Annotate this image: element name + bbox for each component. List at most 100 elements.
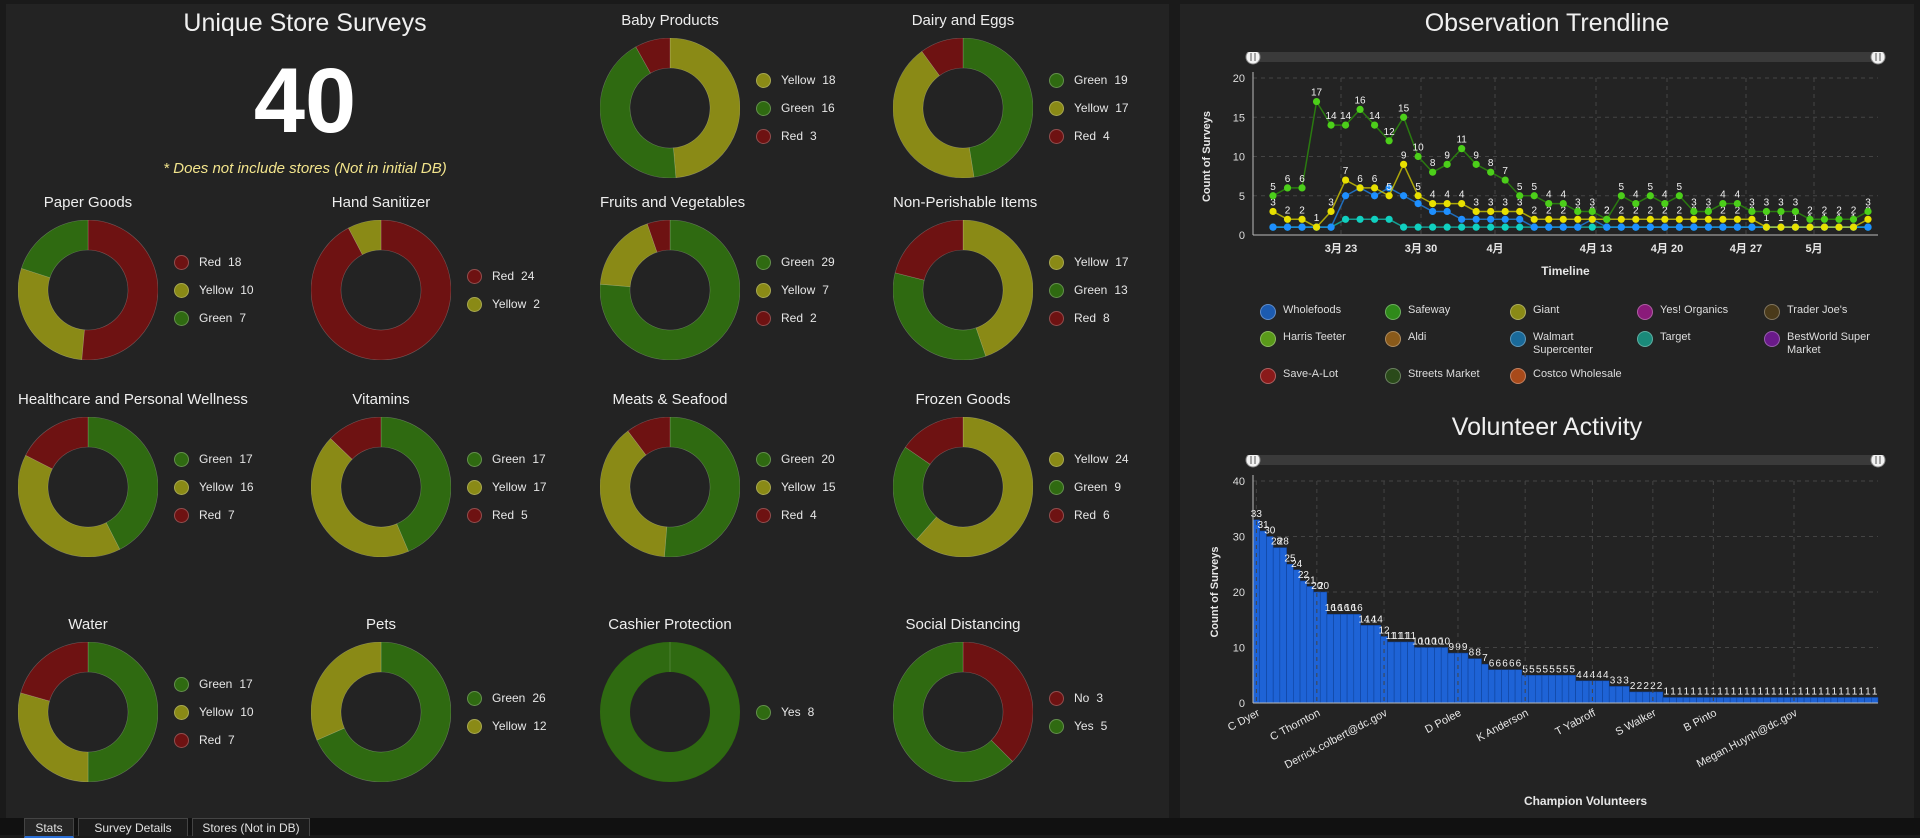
data-point[interactable] [1370, 121, 1379, 129]
data-point[interactable] [1356, 215, 1364, 223]
data-point[interactable] [1458, 200, 1466, 208]
bar[interactable] [1662, 697, 1670, 704]
data-point[interactable] [1733, 223, 1741, 231]
bar[interactable] [1750, 697, 1758, 704]
data-point[interactable] [1269, 223, 1277, 231]
data-point[interactable] [1733, 200, 1741, 208]
bar[interactable] [1427, 647, 1435, 704]
donut-slice-no[interactable] [962, 642, 1033, 762]
bar[interactable] [1535, 675, 1543, 704]
data-point[interactable] [1487, 168, 1495, 176]
data-point[interactable] [1429, 207, 1437, 216]
data-point[interactable] [1704, 207, 1712, 216]
data-point[interactable] [1719, 215, 1727, 223]
bar[interactable] [1864, 697, 1872, 704]
bar[interactable] [1844, 697, 1852, 704]
volunteer-chart[interactable]: 0102030403331302828252422212020161616161… [1188, 455, 1908, 817]
data-point[interactable] [1675, 215, 1683, 223]
data-point[interactable] [1661, 223, 1669, 231]
data-point[interactable] [1341, 192, 1350, 200]
bar[interactable] [1279, 547, 1287, 704]
bar[interactable] [1400, 641, 1408, 704]
bar[interactable] [1763, 697, 1771, 704]
donut-slice-yes[interactable] [600, 642, 740, 782]
range-slider-handle[interactable] [1870, 455, 1886, 468]
data-point[interactable] [1400, 223, 1408, 231]
legend-item[interactable]: Green 17 [467, 450, 547, 468]
trend-legend-item[interactable]: Walmart Supercenter [1510, 331, 1628, 357]
legend-item[interactable]: Yellow 17 [1049, 253, 1129, 271]
data-point[interactable] [1370, 215, 1379, 223]
bar[interactable] [1743, 697, 1751, 704]
bar[interactable] [1837, 697, 1845, 704]
bar[interactable] [1871, 697, 1879, 704]
bar[interactable] [1467, 658, 1476, 704]
legend-item[interactable]: Green 29 [756, 253, 835, 271]
donut-non-perishable-items[interactable]: Non-Perishable Items Yellow 17 Green 13 Red 8 [893, 194, 1133, 369]
donut-slice-green[interactable] [664, 417, 740, 557]
data-point[interactable] [1429, 200, 1437, 208]
donut-slice-yellow[interactable] [669, 38, 740, 178]
bar[interactable] [1817, 697, 1825, 704]
data-point[interactable] [1269, 192, 1277, 200]
data-point[interactable] [1864, 207, 1872, 216]
data-point[interactable] [1791, 207, 1800, 216]
donut-pets[interactable]: Pets Green 26 Yellow 12 [311, 616, 551, 791]
bar[interactable] [1548, 675, 1556, 704]
donut-slice-green[interactable] [962, 38, 1033, 178]
data-point[interactable] [1617, 215, 1625, 223]
data-point[interactable] [1864, 215, 1872, 223]
legend-item[interactable]: Yellow 17 [467, 478, 547, 496]
bar[interactable] [1568, 675, 1576, 704]
bar[interactable] [1373, 625, 1381, 704]
data-point[interactable] [1690, 223, 1698, 231]
bar[interactable] [1823, 697, 1832, 704]
donut-slice-yellow[interactable] [600, 223, 658, 288]
data-point[interactable] [1458, 223, 1466, 231]
bar[interactable] [1629, 691, 1637, 704]
donut-water[interactable]: Water Green 17 Yellow 10 Red 7 [18, 616, 258, 791]
data-point[interactable] [1298, 184, 1306, 192]
data-point[interactable] [1748, 207, 1756, 216]
bar[interactable] [1393, 641, 1402, 704]
data-point[interactable] [1327, 207, 1335, 216]
bar[interactable] [1655, 691, 1664, 704]
data-point[interactable] [1443, 207, 1451, 216]
data-point[interactable] [1574, 207, 1582, 216]
bar[interactable] [1380, 636, 1388, 704]
data-point[interactable] [1443, 223, 1451, 231]
data-point[interactable] [1501, 223, 1509, 231]
data-point[interactable] [1414, 200, 1422, 208]
data-point[interactable] [1400, 160, 1408, 168]
data-point[interactable] [1516, 207, 1524, 216]
trend-legend-item[interactable]: Target [1637, 331, 1755, 347]
legend-item[interactable]: Green 20 [756, 450, 836, 468]
bar[interactable] [1333, 613, 1341, 704]
bar[interactable] [1474, 658, 1482, 704]
range-slider[interactable] [1253, 52, 1878, 62]
trend-legend-item[interactable]: Trader Joe's [1764, 304, 1882, 320]
bar[interactable] [1803, 697, 1812, 704]
bar[interactable] [1508, 669, 1516, 704]
bar[interactable] [1689, 697, 1697, 704]
data-point[interactable] [1559, 215, 1567, 223]
data-point[interactable] [1820, 215, 1829, 223]
bar[interactable] [1561, 675, 1570, 704]
donut-slice-green[interactable] [893, 272, 987, 360]
bar[interactable] [1729, 697, 1738, 704]
legend-item[interactable]: Red 18 [174, 253, 254, 271]
bar[interactable] [1494, 669, 1502, 704]
legend-item[interactable]: No 3 [1049, 689, 1107, 707]
legend-item[interactable]: Red 3 [756, 127, 836, 145]
data-point[interactable] [1370, 192, 1379, 200]
data-point[interactable] [1835, 215, 1843, 223]
data-point[interactable] [1269, 207, 1277, 216]
data-point[interactable] [1545, 215, 1553, 223]
bar[interactable] [1669, 697, 1677, 704]
data-point[interactable] [1283, 223, 1292, 231]
range-slider-handle[interactable] [1870, 52, 1886, 65]
data-point[interactable] [1472, 223, 1480, 231]
bar[interactable] [1447, 652, 1455, 704]
bar[interactable] [1407, 641, 1415, 704]
bar[interactable] [1461, 652, 1469, 704]
